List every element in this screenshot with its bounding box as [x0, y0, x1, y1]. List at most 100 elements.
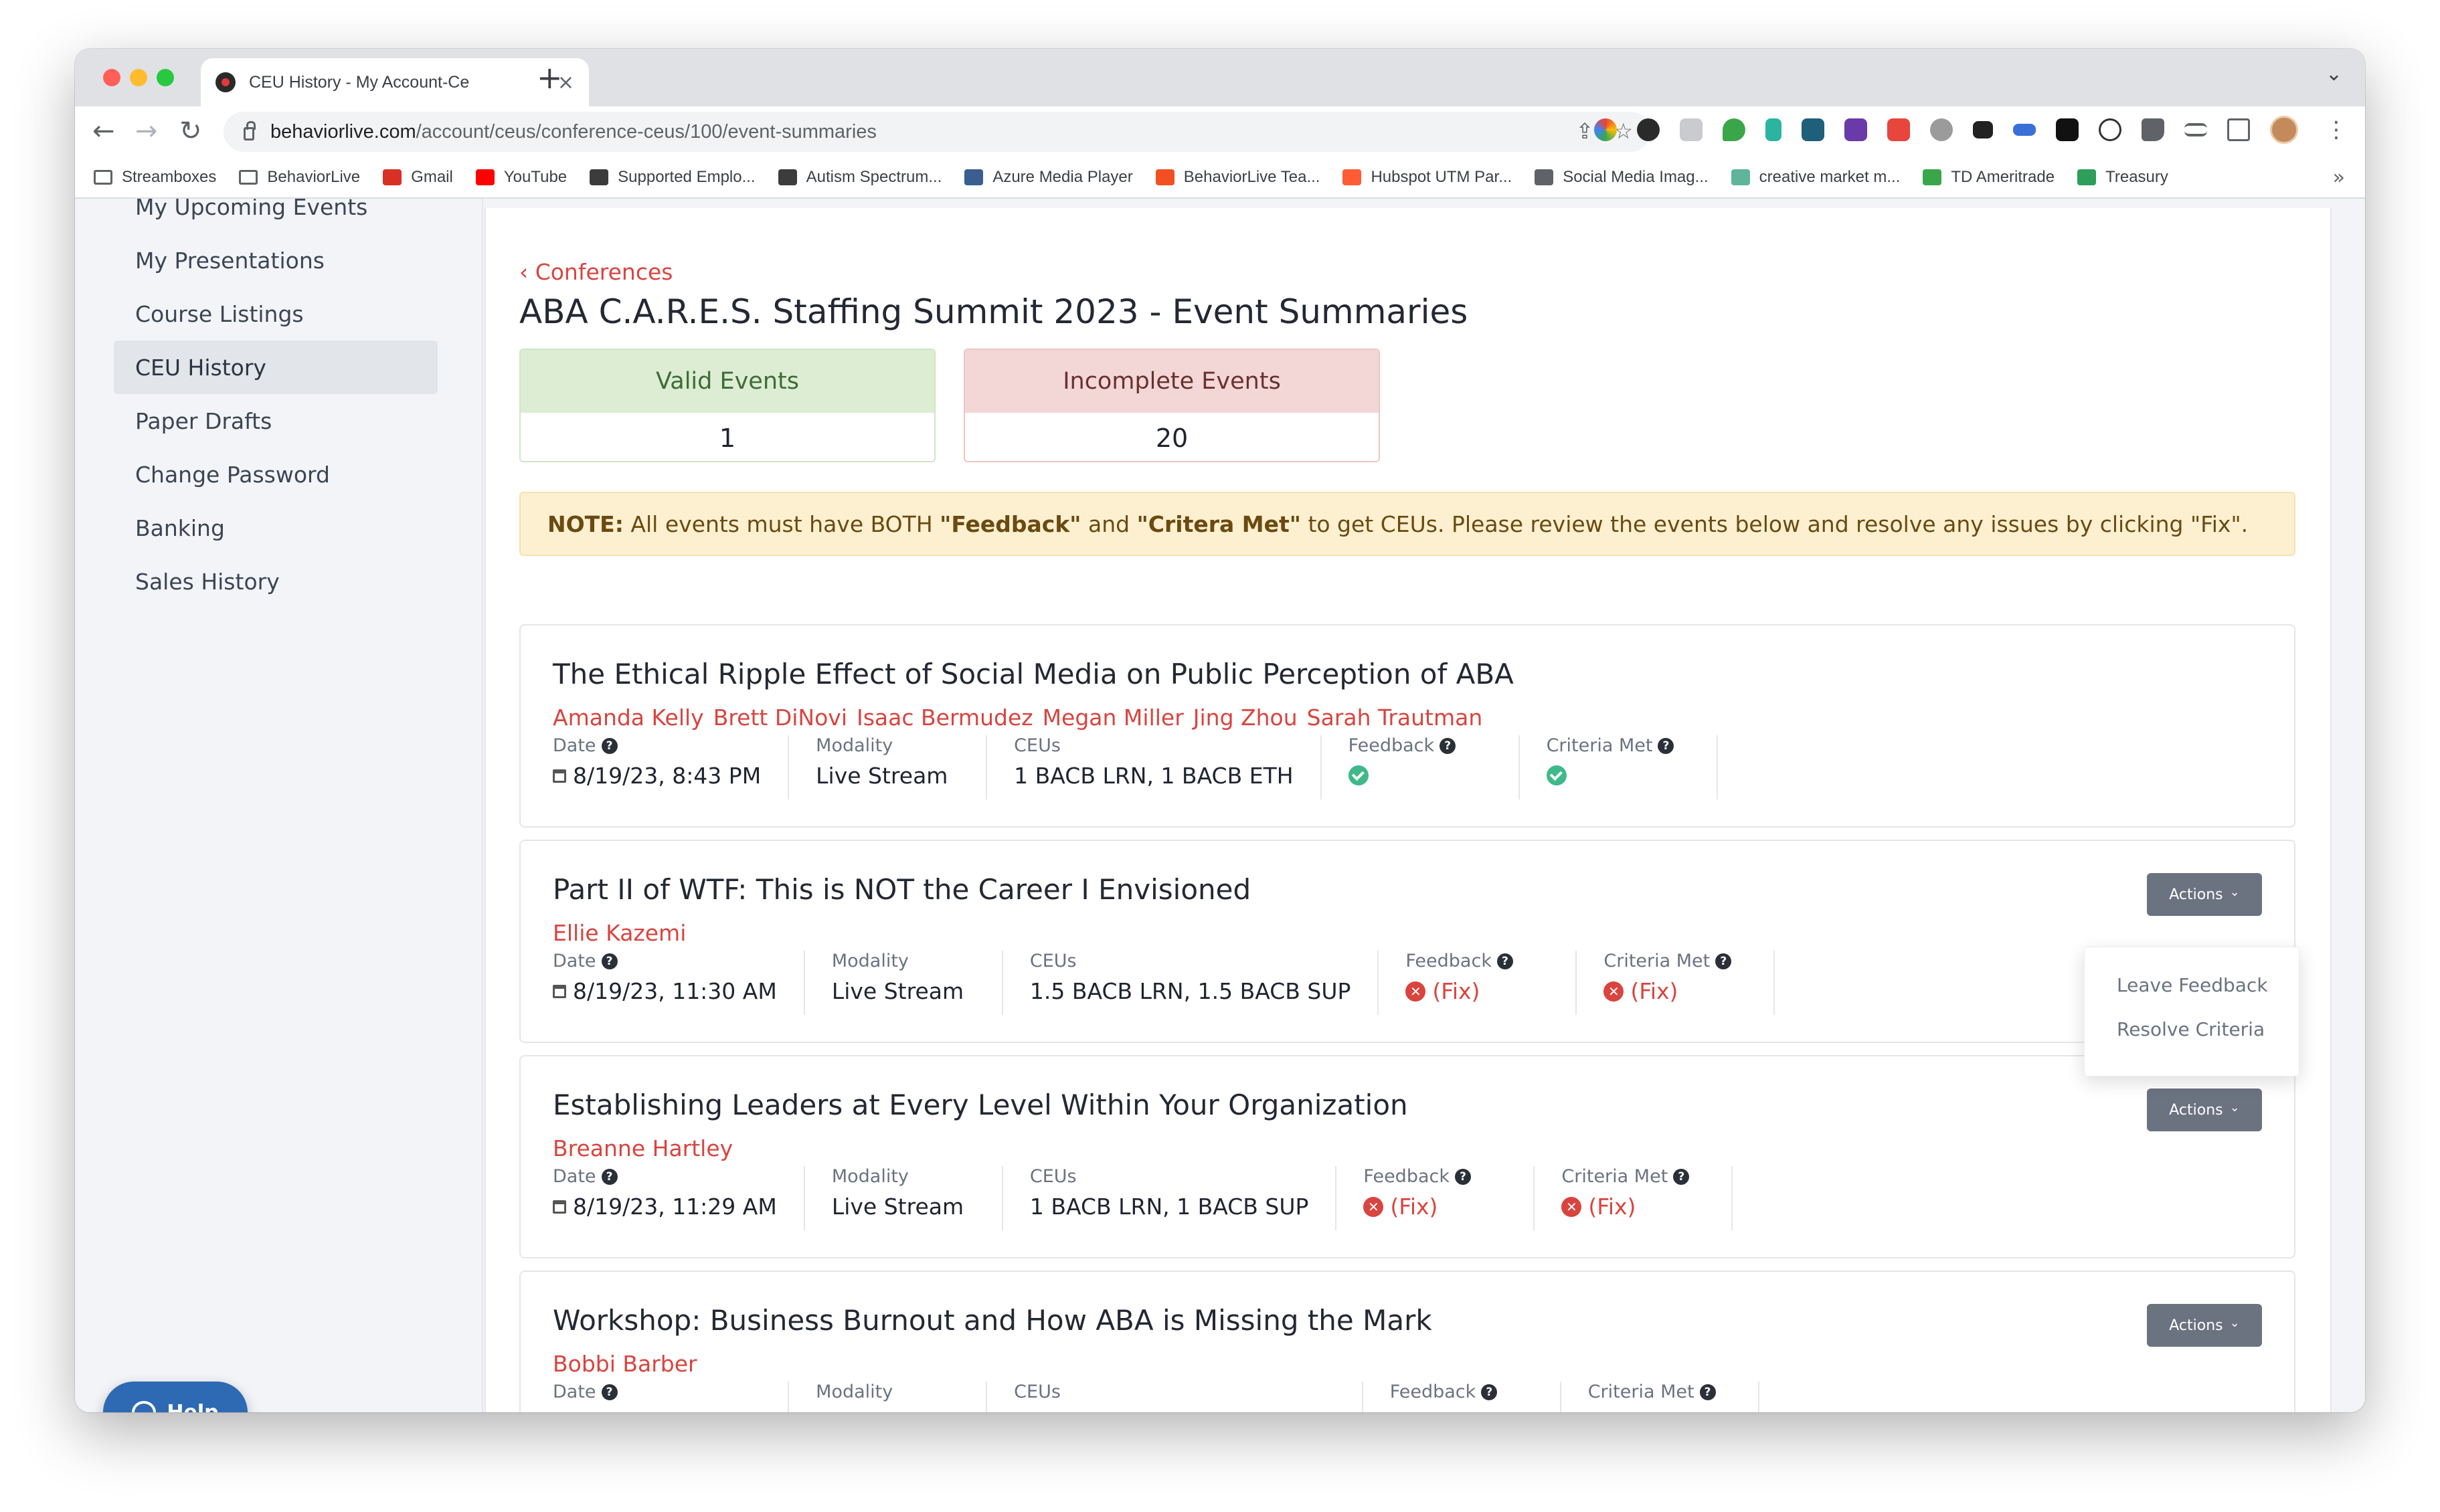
- presenter-link[interactable]: Breanne Hartley: [553, 1135, 733, 1161]
- ux-extension-icon[interactable]: [1973, 121, 1993, 138]
- bookmark-item[interactable]: Streamboxes: [94, 168, 216, 187]
- bookmark-item[interactable]: Autism Spectrum...: [778, 168, 942, 187]
- presenter-link[interactable]: Isaac Bermudez: [857, 704, 1033, 731]
- sidebar-item-sales-history[interactable]: Sales History: [114, 555, 438, 608]
- help-circle-icon[interactable]: ?: [1715, 953, 1732, 969]
- sidebar-item-paper-drafts[interactable]: Paper Drafts: [114, 394, 438, 448]
- bookmark-item[interactable]: Treasury: [2077, 168, 2168, 187]
- help-circle-icon[interactable]: ?: [601, 953, 618, 969]
- bookmark-item[interactable]: Social Media Imag...: [1535, 168, 1709, 187]
- share-icon[interactable]: ⇪: [1576, 118, 1594, 144]
- chevron-down-icon: ⌄: [2229, 1315, 2240, 1330]
- breadcrumb[interactable]: ‹ Conferences: [519, 259, 673, 285]
- color-picker-extension-icon[interactable]: [1594, 118, 1617, 141]
- help-circle-icon[interactable]: ?: [601, 737, 618, 754]
- criteria-status[interactable]: ✕ (Fix): [1603, 978, 1747, 1004]
- feedback-status[interactable]: ✕ (Fix): [1405, 978, 1549, 1004]
- feedback-fix-link[interactable]: (Fix): [1390, 1194, 1437, 1220]
- green-extension-icon[interactable]: [1723, 118, 1745, 141]
- behaviorlive-extension-icon[interactable]: [1637, 118, 1660, 141]
- lock-icon[interactable]: [244, 121, 256, 140]
- help-circle-icon[interactable]: ?: [601, 1168, 618, 1185]
- bookmark-item[interactable]: BehaviorLive: [239, 168, 360, 187]
- help-circle-icon[interactable]: ?: [1699, 1384, 1716, 1400]
- event-authors: Ellie Kazemi: [553, 920, 695, 946]
- profile-avatar[interactable]: [2270, 116, 2298, 144]
- back-arrow-icon[interactable]: ←: [92, 116, 115, 147]
- bookmark-item[interactable]: YouTube: [475, 168, 567, 187]
- actions-button[interactable]: Actions ⌄: [2147, 1089, 2262, 1131]
- feedback-status[interactable]: ✕ (Fix): [1363, 1194, 1506, 1220]
- h-extension-icon[interactable]: [1802, 118, 1824, 141]
- browser-tab-active[interactable]: CEU History - My Account-Ce ×: [201, 58, 589, 106]
- feedback-status[interactable]: ✕ (Fix): [1389, 1409, 1533, 1412]
- presenter-link[interactable]: Brett DiNovi: [713, 704, 847, 731]
- sidebar-item-ceu-history[interactable]: CEU History: [114, 341, 438, 394]
- bookmark-item[interactable]: Hubspot UTM Par...: [1342, 168, 1512, 187]
- presenter-link[interactable]: Sarah Trautman: [1307, 704, 1483, 731]
- menu-kebab-icon[interactable]: ⋮: [2325, 116, 2348, 143]
- tab-search-chevron-icon[interactable]: ⌄: [2326, 62, 2342, 86]
- close-window-button[interactable]: [103, 69, 120, 86]
- presenter-link[interactable]: Amanda Kelly: [553, 704, 704, 731]
- actions-button[interactable]: Actions ⌄: [2147, 1304, 2262, 1347]
- bookmark-item[interactable]: BehaviorLive Tea...: [1155, 168, 1320, 187]
- sidebar-item-banking[interactable]: Banking: [114, 501, 438, 555]
- sidebar-item-my-presentations[interactable]: My Presentations: [114, 233, 438, 287]
- breadcrumb-conferences[interactable]: Conferences: [535, 259, 673, 285]
- sidebar-item-my-upcoming-events[interactable]: My Upcoming Events: [114, 199, 438, 233]
- bookmark-item[interactable]: Supported Emplo...: [590, 168, 756, 187]
- criteria-status[interactable]: ✕ (Fix): [1587, 1409, 1731, 1412]
- maximize-window-button[interactable]: [157, 69, 174, 86]
- actions-button[interactable]: Actions ⌄: [2147, 873, 2262, 916]
- side-panel-icon[interactable]: [2227, 118, 2250, 141]
- actions-label: Actions: [2169, 1317, 2223, 1334]
- puzzle-extensions-icon[interactable]: [2142, 118, 2164, 141]
- address-bar[interactable]: behaviorlive.com/account/ceus/conference…: [224, 112, 1650, 152]
- function-extension-icon[interactable]: [2099, 118, 2121, 141]
- round-extension-icon[interactable]: [1930, 118, 1953, 141]
- feedback-fix-link[interactable]: (Fix): [1432, 978, 1480, 1004]
- bookmark-item[interactable]: Azure Media Player: [964, 168, 1133, 187]
- minimize-window-button[interactable]: [130, 69, 147, 86]
- criteria-fix-link[interactable]: (Fix): [1615, 1409, 1662, 1412]
- url-text[interactable]: behaviorlive.com/account/ceus/conference…: [270, 121, 877, 143]
- reading-list-icon[interactable]: [2184, 123, 2207, 136]
- bookmark-item[interactable]: Gmail: [383, 168, 453, 187]
- valid-events-card: Valid Events 1: [519, 349, 936, 462]
- wave-extension-icon[interactable]: [2013, 124, 2036, 136]
- r-extension-icon[interactable]: [1844, 118, 1867, 141]
- criteria-fix-link[interactable]: (Fix): [1588, 1194, 1636, 1220]
- new-tab-button[interactable]: +: [537, 60, 563, 96]
- help-button[interactable]: Help: [103, 1382, 248, 1412]
- presenter-link[interactable]: Megan Miller: [1043, 704, 1184, 731]
- sidebar-item-course-listings[interactable]: Course Listings: [114, 287, 438, 341]
- check-circle-icon: [1546, 765, 1567, 785]
- tab-bar: CEU History - My Account-Ce × + ⌄: [75, 49, 2365, 106]
- presenter-link[interactable]: Jing Zhou: [1193, 704, 1298, 731]
- help-circle-icon[interactable]: ?: [1496, 953, 1513, 969]
- help-circle-icon[interactable]: ?: [1440, 737, 1456, 754]
- criteria-status[interactable]: ✕ (Fix): [1561, 1194, 1705, 1220]
- feedback-fix-link[interactable]: (Fix): [1417, 1409, 1464, 1412]
- resolve-criteria-item[interactable]: Resolve Criteria: [2117, 1018, 2265, 1040]
- leave-feedback-item[interactable]: Leave Feedback: [2117, 974, 2268, 996]
- pin-extension-icon[interactable]: [1765, 118, 1781, 141]
- help-circle-icon[interactable]: ?: [1658, 737, 1674, 754]
- grey-extension-icon[interactable]: [1680, 118, 1703, 141]
- presenter-link[interactable]: Bobbi Barber: [553, 1351, 697, 1377]
- criteria-fix-link[interactable]: (Fix): [1630, 978, 1678, 1004]
- help-circle-icon[interactable]: ?: [601, 1384, 618, 1400]
- help-circle-icon[interactable]: ?: [1673, 1168, 1690, 1185]
- bookmark-item[interactable]: creative market m...: [1731, 168, 1900, 187]
- bookmark-item[interactable]: TD Ameritrade: [1923, 168, 2055, 187]
- help-circle-icon[interactable]: ?: [1481, 1384, 1498, 1400]
- dark-extension-icon[interactable]: [2056, 118, 2079, 141]
- dice-extension-icon[interactable]: [1887, 118, 1910, 141]
- sidebar-item-change-password[interactable]: Change Password: [114, 448, 438, 501]
- reload-icon[interactable]: ↻: [179, 116, 202, 147]
- presenter-link[interactable]: Ellie Kazemi: [553, 920, 686, 946]
- more-bookmarks-icon[interactable]: »: [2333, 166, 2345, 189]
- forward-arrow-icon[interactable]: →: [135, 116, 158, 147]
- help-circle-icon[interactable]: ?: [1455, 1168, 1471, 1185]
